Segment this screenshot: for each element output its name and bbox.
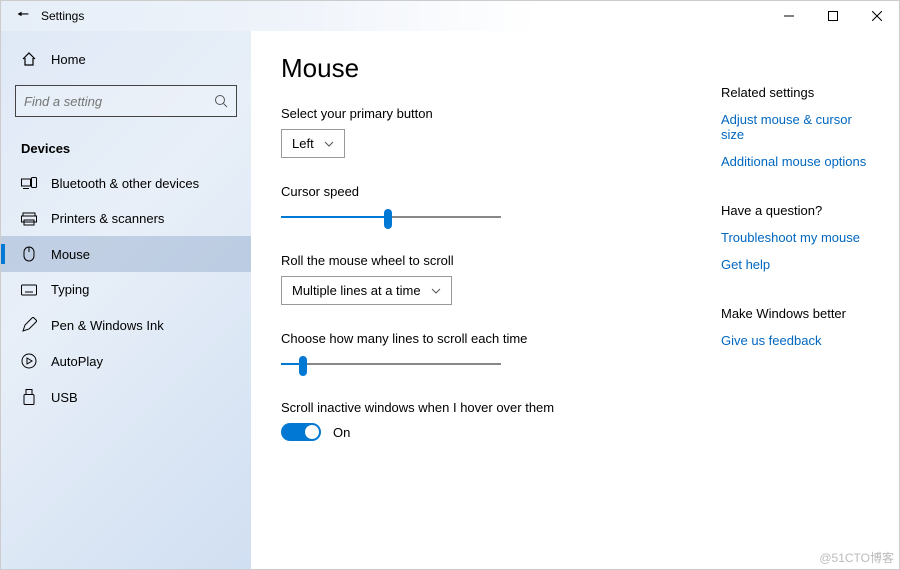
sidebar-item-label: Bluetooth & other devices	[51, 176, 199, 191]
search-icon	[214, 94, 228, 108]
pen-icon	[21, 317, 37, 333]
cursor-speed-slider[interactable]	[281, 207, 501, 227]
settings-panel: Mouse Select your primary button Left Cu…	[281, 53, 681, 569]
usb-icon	[21, 389, 37, 405]
mouse-icon	[21, 246, 37, 262]
devices-icon	[21, 177, 37, 191]
search-input[interactable]	[24, 94, 214, 109]
link-additional-mouse[interactable]: Additional mouse options	[721, 154, 869, 169]
sidebar-item-label: Pen & Windows Ink	[51, 318, 164, 333]
primary-button-label: Select your primary button	[281, 106, 681, 121]
sidebar-item-pen[interactable]: Pen & Windows Ink	[1, 307, 251, 343]
feedback-heading: Make Windows better	[721, 306, 869, 321]
link-feedback[interactable]: Give us feedback	[721, 333, 869, 348]
sidebar-item-label: USB	[51, 390, 78, 405]
search-box[interactable]	[15, 85, 237, 117]
keyboard-icon	[21, 284, 37, 296]
sidebar-item-typing[interactable]: Typing	[1, 272, 251, 307]
sidebar-item-autoplay[interactable]: AutoPlay	[1, 343, 251, 379]
primary-button-dropdown[interactable]: Left	[281, 129, 345, 158]
chevron-down-icon	[324, 141, 334, 147]
sidebar-item-usb[interactable]: USB	[1, 379, 251, 415]
sidebar-item-label: Printers & scanners	[51, 211, 164, 226]
related-panel: Related settings Adjust mouse & cursor s…	[721, 53, 869, 569]
watermark: @51CTO博客	[819, 549, 894, 566]
dropdown-value: Multiple lines at a time	[292, 283, 421, 298]
lines-label: Choose how many lines to scroll each tim…	[281, 331, 681, 346]
scroll-mode-dropdown[interactable]: Multiple lines at a time	[281, 276, 452, 305]
link-troubleshoot[interactable]: Troubleshoot my mouse	[721, 230, 869, 245]
maximize-button[interactable]	[811, 1, 855, 31]
minimize-button[interactable]	[767, 1, 811, 31]
sidebar-item-printers[interactable]: Printers & scanners	[1, 201, 251, 236]
scroll-mode-label: Roll the mouse wheel to scroll	[281, 253, 681, 268]
sidebar-item-label: Typing	[51, 282, 89, 297]
related-heading: Related settings	[721, 85, 869, 100]
home-label: Home	[51, 52, 86, 67]
sidebar-item-bluetooth[interactable]: Bluetooth & other devices	[1, 166, 251, 201]
sidebar-item-mouse[interactable]: Mouse	[1, 236, 251, 272]
lines-slider[interactable]	[281, 354, 501, 374]
autoplay-icon	[21, 353, 37, 369]
titlebar: 🠔 Settings	[1, 1, 899, 31]
sidebar-item-label: Mouse	[51, 247, 90, 262]
chevron-down-icon	[431, 288, 441, 294]
page-title: Mouse	[281, 53, 681, 84]
close-button[interactable]	[855, 1, 899, 31]
sidebar: Home Devices Bluetooth & other devices P…	[1, 31, 251, 569]
window-title: Settings	[41, 9, 84, 23]
link-adjust-cursor[interactable]: Adjust mouse & cursor size	[721, 112, 869, 142]
sidebar-section: Devices	[1, 127, 251, 166]
toggle-value: On	[333, 425, 350, 440]
sidebar-item-label: AutoPlay	[51, 354, 103, 369]
printer-icon	[21, 212, 37, 226]
home-icon	[21, 51, 37, 67]
sidebar-home[interactable]: Home	[1, 43, 251, 75]
inactive-toggle[interactable]	[281, 423, 321, 441]
link-get-help[interactable]: Get help	[721, 257, 869, 272]
dropdown-value: Left	[292, 136, 314, 151]
inactive-label: Scroll inactive windows when I hover ove…	[281, 400, 681, 415]
cursor-speed-label: Cursor speed	[281, 184, 681, 199]
question-heading: Have a question?	[721, 203, 869, 218]
back-button[interactable]: 🠔	[1, 4, 45, 28]
